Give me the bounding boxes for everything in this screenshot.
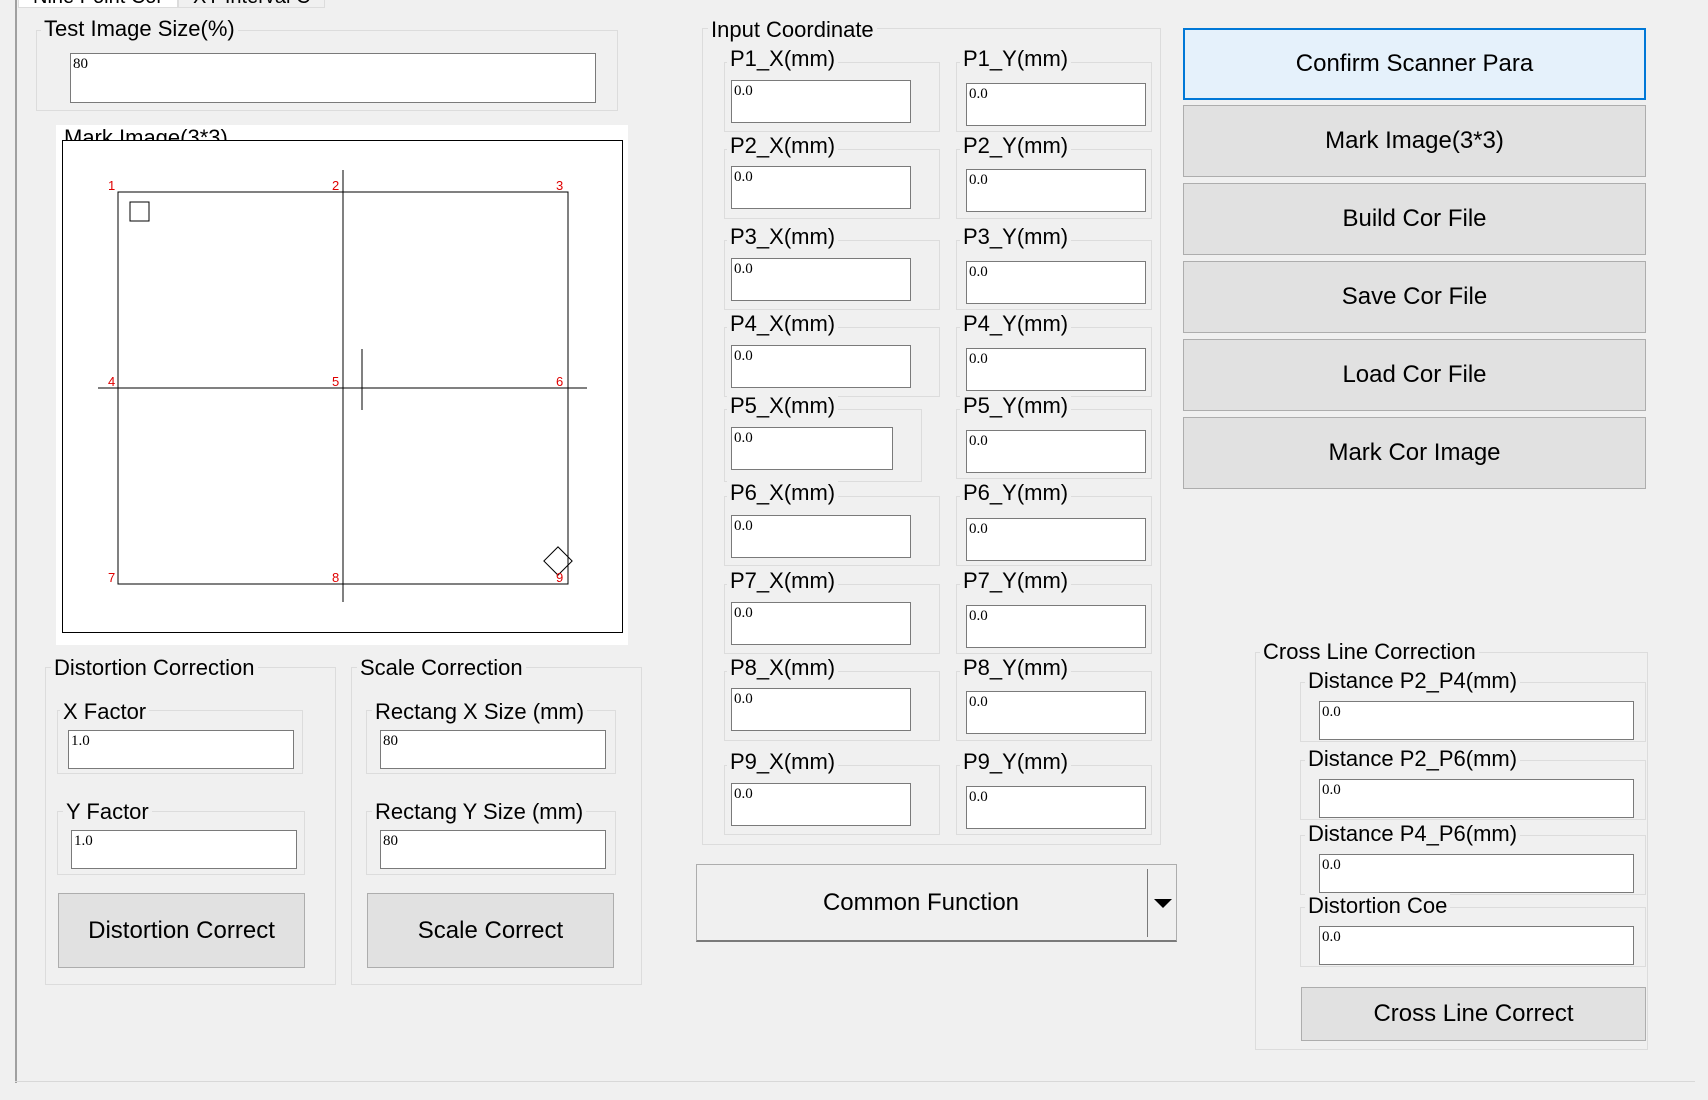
cross-field-3-label: Distance P4_P6(mm) — [1305, 821, 1521, 847]
common-function-dropdown[interactable]: Common Function — [696, 864, 1177, 942]
cross-field-1-input[interactable]: 0.0 — [1319, 701, 1634, 740]
rectang-x-size-input[interactable]: 80 — [380, 730, 606, 769]
save-cor-file-button[interactable]: Save Cor File — [1183, 261, 1646, 333]
p7-x-input[interactable]: 0.0 — [731, 602, 911, 645]
p2-x-label: P2_X(mm) — [727, 133, 839, 159]
common-function-label: Common Function — [822, 889, 1020, 916]
p8-x-input[interactable]: 0.0 — [731, 688, 911, 731]
p1-x-input[interactable]: 0.0 — [731, 80, 911, 123]
p3-x-label: P3_X(mm) — [727, 224, 839, 250]
mark-image-canvas — [62, 140, 623, 633]
p4-x-label: P4_X(mm) — [727, 311, 839, 337]
p4-y-input[interactable]: 0.0 — [966, 348, 1146, 391]
x-factor-input[interactable]: 1.0 — [68, 730, 294, 769]
cross-field-1-label: Distance P2_P4(mm) — [1305, 668, 1521, 694]
p1-y-label: P1_Y(mm) — [960, 46, 1072, 72]
p7-y-input[interactable]: 0.0 — [966, 605, 1146, 648]
tab-strip: Nine Point Cor XY Interval C — [0, 0, 1708, 8]
x-factor-label: X Factor — [60, 699, 150, 725]
p2-y-input[interactable]: 0.0 — [966, 169, 1146, 212]
build-cor-file-button[interactable]: Build Cor File — [1183, 183, 1646, 255]
p6-x-input[interactable]: 0.0 — [731, 515, 911, 558]
p5-y-label: P5_Y(mm) — [960, 393, 1072, 419]
p3-x-input[interactable]: 0.0 — [731, 258, 911, 301]
p8-x-label: P8_X(mm) — [727, 655, 839, 681]
tab-xy-interval-label: XY Interval C — [193, 0, 310, 8]
scale-correct-button[interactable]: Scale Correct — [367, 893, 614, 968]
point-number-7: 7 — [108, 570, 116, 585]
confirm-scanner-para-button[interactable]: Confirm Scanner Para — [1183, 28, 1646, 100]
p7-x-label: P7_X(mm) — [727, 568, 839, 594]
cross-field-3-input[interactable]: 0.0 — [1319, 854, 1634, 893]
cross-field-2-input[interactable]: 0.0 — [1319, 779, 1634, 818]
point-number-5: 5 — [332, 374, 340, 389]
point-number-4: 4 — [108, 374, 116, 389]
mark-cor-image-button[interactable]: Mark Cor Image — [1183, 417, 1646, 489]
mark-image-button[interactable]: Mark Image(3*3) — [1183, 105, 1646, 177]
point-number-9: 9 — [556, 570, 564, 585]
p2-x-input[interactable]: 0.0 — [731, 166, 911, 209]
p9-y-input[interactable]: 0.0 — [966, 786, 1146, 829]
p4-x-input[interactable]: 0.0 — [731, 345, 911, 388]
p9-x-input[interactable]: 0.0 — [731, 783, 911, 826]
p9-y-label: P9_Y(mm) — [960, 749, 1072, 775]
chevron-down-icon[interactable] — [1148, 865, 1177, 941]
cross-line-correction-label: Cross Line Correction — [1260, 639, 1479, 665]
test-image-size-label: Test Image Size(%) — [41, 16, 238, 42]
p1-x-label: P1_X(mm) — [727, 46, 839, 72]
cross-field-4-label: Distortion Coe — [1305, 893, 1451, 919]
input-coordinate-label: Input Coordinate — [708, 17, 877, 43]
p1-y-input[interactable]: 0.0 — [966, 83, 1146, 126]
tab-page-left-edge — [15, 0, 17, 1083]
p3-y-label: P3_Y(mm) — [960, 224, 1072, 250]
rectang-y-size-input[interactable]: 80 — [380, 830, 606, 869]
point-number-8: 8 — [332, 570, 340, 585]
tab-page-bottom-edge — [15, 1081, 1695, 1082]
tab-nine-point-cor[interactable]: Nine Point Cor — [18, 0, 179, 8]
cross-field-2-label: Distance P2_P6(mm) — [1305, 746, 1521, 772]
p6-y-input[interactable]: 0.0 — [966, 518, 1146, 561]
p9-x-label: P9_X(mm) — [727, 749, 839, 775]
load-cor-file-button[interactable]: Load Cor File — [1183, 339, 1646, 411]
point-number-1: 1 — [108, 178, 116, 193]
tab-xy-interval[interactable]: XY Interval C — [178, 0, 326, 8]
y-factor-input[interactable]: 1.0 — [71, 830, 297, 869]
rectang-x-size-label: Rectang X Size (mm) — [372, 699, 588, 725]
p5-x-input[interactable]: 0.0 — [731, 427, 893, 470]
p2-y-label: P2_Y(mm) — [960, 133, 1072, 159]
distortion-correct-button[interactable]: Distortion Correct — [58, 893, 305, 968]
cross-field-4-input[interactable]: 0.0 — [1319, 926, 1634, 965]
p5-y-input[interactable]: 0.0 — [966, 430, 1146, 473]
p6-y-label: P6_Y(mm) — [960, 480, 1072, 506]
point-number-6: 6 — [556, 374, 564, 389]
cross-line-correct-button[interactable]: Cross Line Correct — [1301, 987, 1646, 1041]
tab-nine-point-cor-label: Nine Point Cor — [33, 0, 163, 8]
point-number-2: 2 — [332, 178, 340, 193]
p8-y-label: P8_Y(mm) — [960, 655, 1072, 681]
y-factor-label: Y Factor — [63, 799, 152, 825]
test-image-size-input[interactable]: 80 — [70, 53, 596, 103]
p3-y-input[interactable]: 0.0 — [966, 261, 1146, 304]
p8-y-input[interactable]: 0.0 — [966, 691, 1146, 734]
p6-x-label: P6_X(mm) — [727, 480, 839, 506]
point-number-3: 3 — [556, 178, 564, 193]
rectang-y-size-label: Rectang Y Size (mm) — [372, 799, 587, 825]
mark-image-label: Mark Image(3*3) — [64, 125, 228, 140]
p7-y-label: P7_Y(mm) — [960, 568, 1072, 594]
scale-correction-label: Scale Correction — [357, 655, 526, 681]
p4-y-label: P4_Y(mm) — [960, 311, 1072, 337]
distortion-correction-label: Distortion Correction — [51, 655, 258, 681]
p5-x-label: P5_X(mm) — [727, 393, 839, 419]
